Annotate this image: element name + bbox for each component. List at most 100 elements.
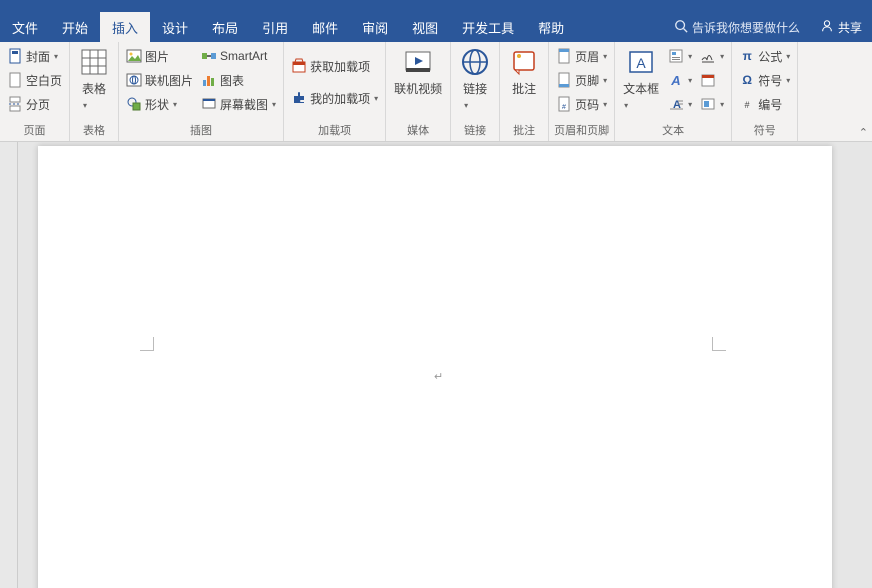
- share-label: 共享: [838, 19, 862, 36]
- svg-text:#: #: [562, 104, 566, 111]
- getaddins-label: 获取加载项: [310, 58, 370, 75]
- pagebreak-label: 分页: [26, 96, 50, 113]
- signature-button[interactable]: ▾: [697, 44, 727, 68]
- blank-page-icon: [7, 72, 23, 88]
- chevron-down-icon: ▾: [173, 100, 177, 109]
- chevron-down-icon: ▾: [603, 76, 607, 85]
- cover-page-button[interactable]: 封面 ▾: [4, 44, 65, 68]
- equation-icon: π: [739, 49, 755, 63]
- chevron-down-icon: ▾: [624, 101, 628, 110]
- get-addins-button[interactable]: 获取加载项: [288, 54, 381, 78]
- menu-developer[interactable]: 开发工具: [450, 12, 526, 42]
- cover-label: 封面: [26, 48, 50, 65]
- group-addins: 获取加载项 我的加载项▾ 加载项: [284, 42, 386, 141]
- number-icon: #: [739, 96, 755, 112]
- margin-marker-tl: [140, 337, 154, 351]
- my-addins-button[interactable]: 我的加载项▾: [288, 86, 381, 110]
- datetime-button[interactable]: [697, 68, 727, 92]
- footer-button[interactable]: 页脚▾: [553, 68, 610, 92]
- chart-button[interactable]: 图表: [198, 68, 279, 92]
- quick-parts-button[interactable]: ▾: [665, 44, 695, 68]
- chevron-down-icon: ▾: [272, 100, 276, 109]
- menu-design[interactable]: 设计: [150, 12, 200, 42]
- wordart-icon: A: [668, 72, 684, 88]
- number-button[interactable]: # 编号: [736, 92, 793, 116]
- date-icon: [700, 72, 716, 88]
- chevron-down-icon: ▾: [786, 52, 790, 61]
- signature-icon: [700, 48, 716, 64]
- menubar: 文件 开始 插入 设计 布局 引用 邮件 审阅 视图 开发工具 帮助 告诉我你想…: [0, 12, 872, 42]
- chart-icon: [201, 72, 217, 88]
- group-comments-label: 批注: [504, 120, 544, 141]
- group-symbols-label: 符号: [736, 120, 793, 141]
- blank-label: 空白页: [26, 72, 62, 89]
- document-page[interactable]: [38, 146, 832, 588]
- myaddins-label: 我的加载项: [310, 90, 370, 107]
- online-pictures-button[interactable]: 联机图片: [123, 68, 196, 92]
- menu-insert[interactable]: 插入: [100, 12, 150, 42]
- share-button[interactable]: 共享: [810, 12, 872, 42]
- chevron-down-icon: ▾: [720, 100, 724, 109]
- chevron-down-icon: ▾: [83, 101, 87, 110]
- chevron-down-icon: ▾: [603, 52, 607, 61]
- page-number-button[interactable]: # 页码▾: [553, 92, 610, 116]
- vertical-ruler[interactable]: [0, 142, 18, 588]
- chevron-down-icon: ▾: [688, 76, 692, 85]
- group-pages: 封面 ▾ 空白页 分页 页面: [0, 42, 70, 141]
- shapes-button[interactable]: 形状 ▾: [123, 92, 196, 116]
- share-icon: [820, 19, 834, 36]
- video-icon: [402, 46, 434, 78]
- store-icon: [291, 58, 307, 74]
- tell-me-search[interactable]: 告诉我你想要做什么: [664, 12, 810, 42]
- equation-button[interactable]: π 公式▾: [736, 44, 793, 68]
- smartart-icon: [201, 48, 217, 64]
- group-links: 链接▾ 链接: [451, 42, 500, 141]
- textbox-icon: A: [625, 46, 657, 78]
- chevron-down-icon: ▾: [688, 100, 692, 109]
- object-button[interactable]: ▾: [697, 92, 727, 116]
- blank-page-button[interactable]: 空白页: [4, 68, 65, 92]
- screenshot-button[interactable]: 屏幕截图▾: [198, 92, 279, 116]
- margin-marker-tr: [712, 337, 726, 351]
- comment-button[interactable]: 批注: [504, 44, 544, 99]
- group-tables: 表格▾ 表格: [70, 42, 119, 141]
- chevron-down-icon: ▾: [54, 52, 58, 61]
- ribbon: 封面 ▾ 空白页 分页 页面 表格▾ 表格: [0, 42, 872, 142]
- menu-file[interactable]: 文件: [0, 12, 50, 42]
- group-text: A 文本框▾ ▾ A▾ A▾ ▾ ▾ 文本: [615, 42, 732, 141]
- group-pages-label: 页面: [4, 120, 65, 141]
- shapes-label: 形状: [145, 96, 169, 113]
- svg-text:A: A: [670, 73, 680, 88]
- online-video-button[interactable]: 联机视频: [390, 44, 446, 99]
- menu-references[interactable]: 引用: [250, 12, 300, 42]
- menu-layout[interactable]: 布局: [200, 12, 250, 42]
- menu-home[interactable]: 开始: [50, 12, 100, 42]
- pictures-label: 图片: [145, 48, 169, 65]
- page-break-button[interactable]: 分页: [4, 92, 65, 116]
- menu-review[interactable]: 审阅: [350, 12, 400, 42]
- group-text-label: 文本: [619, 120, 727, 141]
- shapes-icon: [126, 96, 142, 112]
- pictures-icon: [126, 48, 142, 64]
- header-button[interactable]: 页眉 ▾: [553, 44, 610, 68]
- symbol-icon: Ω: [739, 73, 755, 87]
- menu-mailings[interactable]: 邮件: [300, 12, 350, 42]
- pagenum-label: 页码: [575, 96, 599, 113]
- chevron-down-icon: ▾: [786, 76, 790, 85]
- chevron-down-icon: ▾: [688, 52, 692, 61]
- symbol-button[interactable]: Ω 符号▾: [736, 68, 793, 92]
- online-pictures-icon: [126, 72, 142, 88]
- links-button[interactable]: 链接▾: [455, 44, 495, 113]
- menu-help[interactable]: 帮助: [526, 12, 576, 42]
- collapse-ribbon-button[interactable]: ⌃: [859, 126, 868, 139]
- menu-view[interactable]: 视图: [400, 12, 450, 42]
- wordart-button[interactable]: A▾: [665, 68, 695, 92]
- pictures-button[interactable]: 图片: [123, 44, 196, 68]
- table-button[interactable]: 表格▾: [74, 44, 114, 113]
- document-area: ↵: [0, 142, 872, 588]
- dropcap-icon: A: [668, 96, 684, 112]
- dropcap-button[interactable]: A▾: [665, 92, 695, 116]
- smartart-button[interactable]: SmartArt: [198, 44, 279, 68]
- textbox-button[interactable]: A 文本框▾: [619, 44, 663, 113]
- header-label: 页眉: [575, 48, 599, 65]
